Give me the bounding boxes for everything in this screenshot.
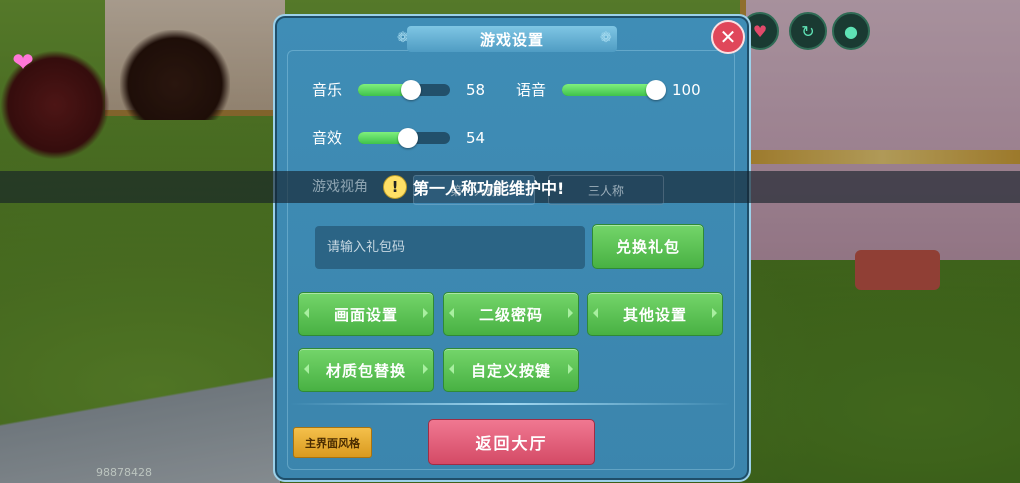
back-to-lobby-label: 返回大厅 xyxy=(475,434,548,453)
second-password-button[interactable]: 二级密码 xyxy=(443,292,579,336)
warning-icon: ! xyxy=(383,175,407,199)
voice-slider-track[interactable] xyxy=(562,79,666,100)
texture-pack-label: 材质包替换 xyxy=(325,361,406,380)
player-id: 98878428 xyxy=(96,466,152,479)
slider-value: 100 xyxy=(672,80,701,99)
graphics-settings-label: 画面设置 xyxy=(333,305,398,324)
slider-label: 语音 xyxy=(516,81,547,99)
slider-label: 音效 xyxy=(312,129,343,147)
ui-style-label: 主界面风格 xyxy=(305,436,360,450)
button-cap-right xyxy=(568,308,573,318)
slider-sfx: 音效 54 xyxy=(312,127,506,148)
close-icon[interactable]: ✕ xyxy=(711,20,745,54)
slider-label: 音乐 xyxy=(312,81,343,99)
slider-fill xyxy=(562,83,656,96)
other-settings-button[interactable]: 其他设置 xyxy=(587,292,723,336)
swap-icon[interactable]: ↻ xyxy=(789,12,827,50)
graphics-settings-button[interactable]: 画面设置 xyxy=(298,292,434,336)
custom-keys-button[interactable]: 自定义按键 xyxy=(443,348,579,392)
button-cap-left xyxy=(304,308,309,318)
other-settings-label: 其他设置 xyxy=(622,305,687,324)
third-person-button[interactable]: 三人称 xyxy=(548,175,664,205)
notice-message: ! 第一人称功能维护中! xyxy=(383,175,564,199)
wing-icon[interactable]: ❤ xyxy=(4,44,42,82)
slider-voice: 语音 100 xyxy=(516,79,712,100)
slider-music: 音乐 58 xyxy=(312,79,506,100)
button-cap-right xyxy=(423,308,428,318)
dialog-title: 游戏设置 xyxy=(407,26,617,52)
second-password-label: 二级密码 xyxy=(478,305,543,324)
drop-icon[interactable]: ● xyxy=(832,12,870,50)
button-cap-left xyxy=(449,364,454,374)
sfx-slider-track[interactable] xyxy=(358,127,450,148)
slider-handle[interactable] xyxy=(401,79,422,100)
music-slider-track[interactable] xyxy=(358,79,450,100)
button-cap-right xyxy=(712,308,717,318)
ui-style-button[interactable]: 主界面风格 xyxy=(293,427,372,458)
redeem-gift-button[interactable]: 兑换礼包 xyxy=(592,224,704,269)
back-to-lobby-button[interactable]: 返回大厅 xyxy=(428,419,595,465)
gift-code-input[interactable] xyxy=(315,226,585,269)
slider-value: 54 xyxy=(466,128,486,147)
button-cap-left xyxy=(593,308,598,318)
slider-handle[interactable] xyxy=(646,79,666,100)
texture-pack-button[interactable]: 材质包替换 xyxy=(298,348,434,392)
custom-keys-label: 自定义按键 xyxy=(470,361,551,380)
button-cap-right xyxy=(568,364,573,374)
camera-label: 游戏视角 xyxy=(312,179,368,195)
redeem-gift-label: 兑换礼包 xyxy=(615,238,680,256)
title-ornament-right-icon: ❁ xyxy=(600,30,612,46)
button-cap-right xyxy=(423,364,428,374)
notice-text: 第一人称功能维护中! xyxy=(413,179,565,198)
divider xyxy=(290,403,730,405)
button-cap-left xyxy=(449,308,454,318)
slider-value: 58 xyxy=(466,80,486,99)
button-cap-left xyxy=(304,364,309,374)
slider-handle[interactable] xyxy=(397,127,418,148)
